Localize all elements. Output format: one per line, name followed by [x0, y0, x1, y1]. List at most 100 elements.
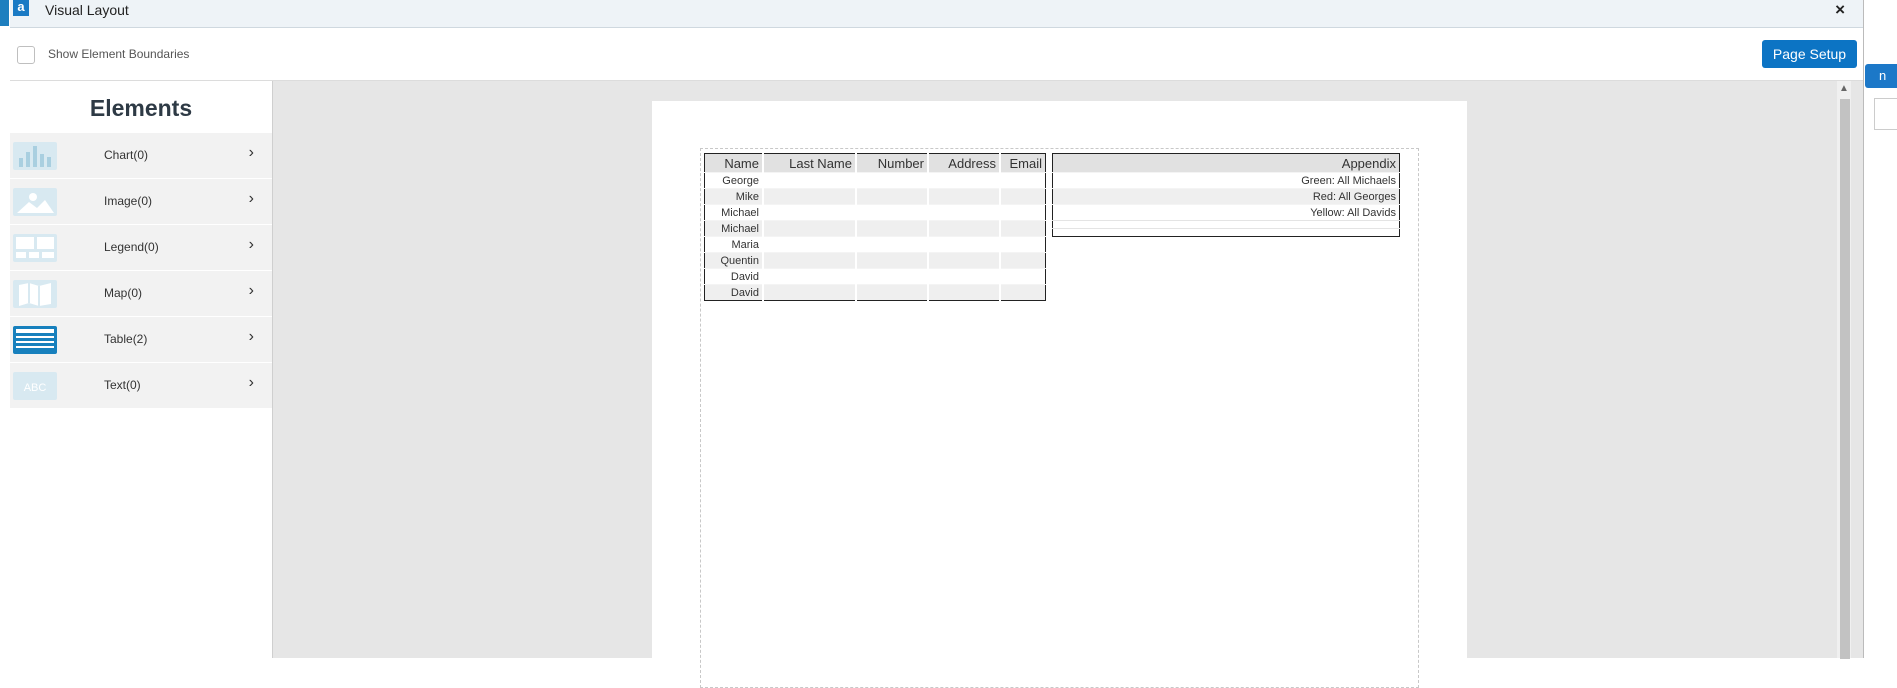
scroll-up-icon[interactable]: ▲ — [1839, 83, 1849, 94]
chevron-right-icon: › — [248, 236, 254, 253]
table-row: Maria — [704, 236, 1046, 253]
table-cell — [1052, 220, 1400, 229]
show-boundaries-checkbox[interactable] — [17, 46, 35, 64]
map-icon — [13, 280, 57, 308]
background-input — [1874, 98, 1897, 130]
table-cell — [928, 284, 1001, 301]
vertical-scrollbar[interactable]: ▲ — [1837, 81, 1851, 659]
dialog-titlebar: a Visual Layout × — [10, 0, 1863, 28]
table-row: Quentin — [704, 252, 1046, 269]
sidebar-item-label: Text(0) — [104, 378, 141, 392]
dialog-title: Visual Layout — [45, 2, 129, 18]
table-cell — [763, 268, 857, 285]
table-cell: Yellow: All Davids — [1052, 204, 1400, 221]
table-cell — [1000, 268, 1046, 285]
sidebar-item-text[interactable]: ABC Text(0) › — [10, 363, 272, 409]
table-icon — [13, 326, 57, 354]
chevron-right-icon: › — [248, 328, 254, 345]
table-row: Mike — [704, 188, 1046, 205]
chevron-right-icon: › — [248, 144, 254, 161]
table-cell — [928, 236, 1001, 253]
table-cell: Maria — [704, 236, 764, 253]
sidebar-item-label: Chart(0) — [104, 148, 149, 162]
sidebar-item-chart[interactable]: Chart(0) › — [10, 133, 272, 179]
column-header-address: Address — [928, 153, 1001, 173]
table-cell — [856, 252, 929, 269]
table-cell — [763, 220, 857, 237]
chevron-right-icon: › — [248, 282, 254, 299]
column-header-number: Number — [856, 153, 929, 173]
background-app-icon — [0, 0, 9, 26]
background-action-button: n — [1865, 64, 1897, 88]
table-cell — [856, 268, 929, 285]
table-row: Michael — [704, 220, 1046, 237]
table-cell — [1000, 236, 1046, 253]
close-icon[interactable]: × — [1835, 0, 1845, 20]
table-cell — [1000, 188, 1046, 205]
sidebar-title: Elements — [89, 95, 193, 121]
chevron-right-icon: › — [248, 374, 254, 391]
sidebar-item-map[interactable]: Map(0) › — [10, 271, 272, 317]
sidebar-item-label: Map(0) — [104, 286, 143, 300]
visual-layout-dialog: a Visual Layout × Show Element Boundarie… — [10, 0, 1864, 688]
table-cell — [1000, 284, 1046, 301]
table-cell — [1000, 220, 1046, 237]
table-cell — [856, 204, 929, 221]
column-header-last-name: Last Name — [763, 153, 857, 173]
text-icon-glyph: ABC — [24, 382, 47, 394]
table-row: Red: All Georges — [1052, 188, 1400, 205]
table-cell — [763, 204, 857, 221]
sidebar-item-legend[interactable]: Legend(0) › — [10, 225, 272, 271]
table-row: David — [704, 268, 1046, 285]
table-cell — [1000, 172, 1046, 189]
table-cell — [1000, 204, 1046, 221]
table-cell: David — [704, 284, 764, 301]
column-header-appendix: Appendix — [1052, 153, 1400, 173]
layout-page: Name Last Name Number Address Email Geor… — [652, 101, 1467, 688]
table-cell — [763, 284, 857, 301]
table-row: Green: All Michaels — [1052, 172, 1400, 189]
sidebar-item-table[interactable]: Table(2) › — [10, 317, 272, 363]
sidebar-item-label: Table(2) — [104, 332, 148, 346]
table-row — [1052, 220, 1400, 229]
table-row: David — [704, 284, 1046, 301]
table-cell — [856, 188, 929, 205]
table-cell — [856, 172, 929, 189]
table-cell — [928, 252, 1001, 269]
column-header-name: Name — [704, 153, 764, 173]
sidebar-item-image[interactable]: Image(0) › — [10, 179, 272, 225]
table-cell — [928, 220, 1001, 237]
page-setup-button[interactable]: Page Setup — [1762, 40, 1857, 68]
table-cell — [856, 236, 929, 253]
sidebar-item-label: Image(0) — [104, 194, 153, 208]
table-cell — [928, 204, 1001, 221]
table-cell: George — [704, 172, 764, 189]
chart-icon — [13, 142, 57, 170]
table-cell: Green: All Michaels — [1052, 172, 1400, 189]
layout-canvas[interactable]: Name Last Name Number Address Email Geor… — [273, 81, 1863, 688]
column-header-email: Email — [1000, 153, 1046, 173]
main-table[interactable]: Name Last Name Number Address Email Geor… — [704, 153, 1046, 301]
text-icon: ABC — [13, 372, 57, 400]
appendix-table[interactable]: Appendix Green: All Michaels Red: All Ge… — [1052, 153, 1400, 237]
table-header-row: Appendix — [1052, 153, 1400, 173]
table-row: Yellow: All Davids — [1052, 204, 1400, 221]
show-boundaries-label: Show Element Boundaries — [48, 47, 190, 61]
dialog-toolbar: Show Element Boundaries Page Setup — [10, 28, 1863, 81]
scrollbar-thumb[interactable] — [1840, 99, 1850, 659]
table-header-row: Name Last Name Number Address Email — [704, 153, 1046, 173]
table-cell: David — [704, 268, 764, 285]
table-cell: Michael — [704, 204, 764, 221]
table-row: Michael — [704, 204, 1046, 221]
table-cell — [763, 252, 857, 269]
sidebar-item-label: Legend(0) — [104, 240, 159, 254]
table-cell — [928, 188, 1001, 205]
app-logo-icon: a — [13, 0, 29, 16]
elements-sidebar: Elements Chart(0) › Image(0) › Legend(0)… — [10, 81, 273, 658]
table-cell — [856, 284, 929, 301]
image-icon — [13, 188, 57, 216]
table-cell: Quentin — [704, 252, 764, 269]
table-cell: Michael — [704, 220, 764, 237]
table-cell — [1052, 228, 1400, 237]
table-row: George — [704, 172, 1046, 189]
